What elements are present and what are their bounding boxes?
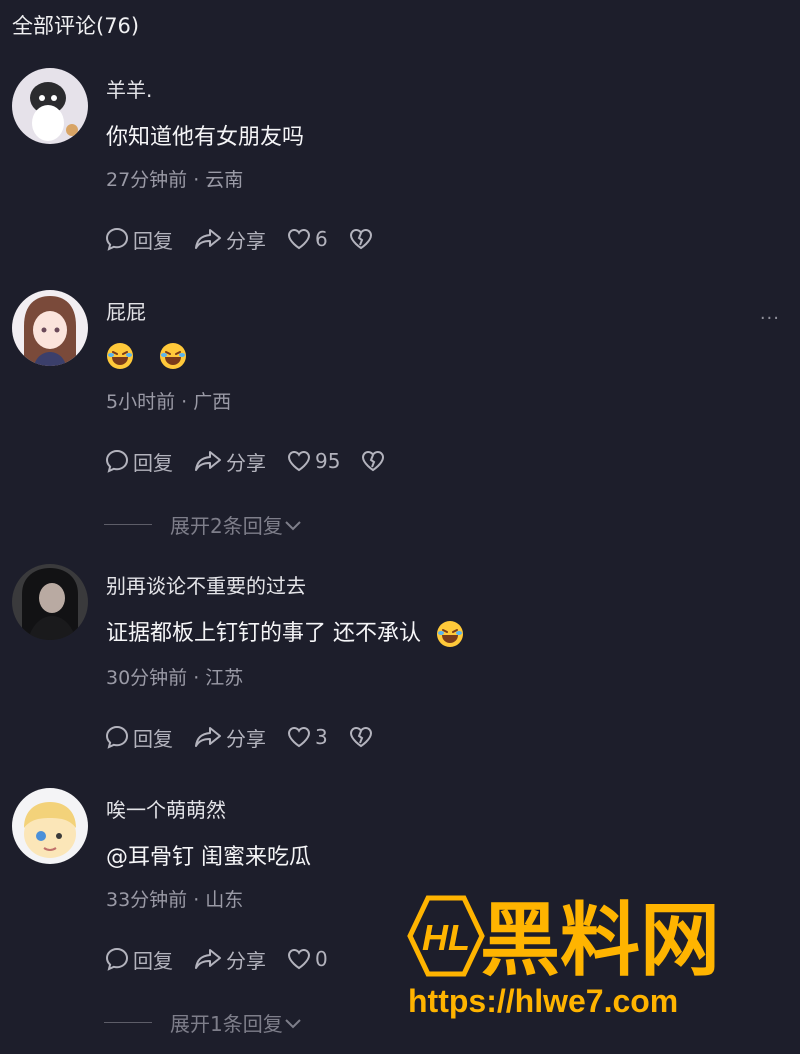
expand-replies-button[interactable]: 展开2条回复	[104, 510, 303, 539]
watermark-logo-text: HL	[422, 917, 470, 958]
comment-text: @耳骨钉 闺蜜来吃瓜	[106, 845, 311, 870]
comment-item: 别再谈论不重要的过去 证据都板上钉钉的事了 还不承认 30分钟前 · 江苏 回复…	[0, 564, 800, 764]
comment-text-value: 证据都板上钉钉的事了 还不承认	[106, 621, 421, 646]
heart-icon	[287, 450, 311, 472]
like-count: 95	[315, 449, 341, 473]
watermark-url: https://hlwe7.com	[408, 983, 678, 1019]
reply-label: 回复	[133, 726, 173, 751]
reply-icon	[105, 725, 129, 749]
avatar[interactable]	[12, 788, 88, 864]
comment-item: 屁屁 ··· 5小时前 · 广西 回复 分享 95 展开2条回复	[0, 288, 800, 548]
like-button[interactable]: 3	[286, 725, 328, 749]
reply-icon	[105, 227, 129, 251]
share-icon	[195, 949, 221, 969]
share-label: 分享	[226, 450, 266, 475]
avatar-image	[12, 788, 88, 864]
username[interactable]: 屁屁	[106, 298, 146, 326]
comment-text	[106, 340, 205, 372]
watermark-logo: HL 黑料网 https://hlwe7.com	[407, 894, 720, 1019]
avatar[interactable]	[12, 290, 88, 366]
comment-item: 羊羊. 你知道他有女朋友吗 27分钟前 · 云南 回复 分享 6	[0, 66, 800, 266]
reply-label: 回复	[133, 948, 173, 973]
avatar-image	[12, 564, 88, 640]
reply-button[interactable]: 回复	[104, 945, 173, 974]
avatar-image	[12, 290, 88, 366]
comment-meta: 5小时前 · 广西	[106, 391, 232, 413]
heart-icon	[287, 726, 311, 748]
avatar[interactable]	[12, 564, 88, 640]
heart-icon	[287, 228, 311, 250]
broken-heart-icon	[349, 228, 372, 250]
expand-replies-label: 展开2条回复	[170, 514, 283, 538]
comment-text: 证据都板上钉钉的事了 还不承认	[106, 618, 482, 650]
divider	[104, 524, 152, 525]
like-button[interactable]: 6	[286, 227, 328, 251]
username[interactable]: 别再谈论不重要的过去	[106, 572, 306, 600]
comment-actions: 回复 分享 95	[104, 446, 406, 476]
share-icon	[195, 229, 221, 249]
reply-label: 回复	[133, 450, 173, 475]
like-count: 0	[315, 947, 328, 971]
reply-icon	[105, 947, 129, 971]
avatar-image	[12, 68, 88, 144]
more-options-button[interactable]: ···	[760, 308, 780, 329]
comment-actions: 回复 分享 6	[104, 224, 394, 254]
watermark-name: 黑料网	[480, 894, 720, 987]
like-button[interactable]: 0	[286, 947, 328, 971]
share-button[interactable]: 分享	[193, 723, 266, 752]
share-icon	[195, 727, 221, 747]
expand-replies-label: 展开1条回复	[170, 1012, 283, 1036]
dislike-button[interactable]	[360, 449, 386, 473]
divider	[104, 1022, 152, 1023]
chevron-down-icon	[285, 1018, 301, 1028]
comment-meta: 30分钟前 · 江苏	[106, 667, 244, 689]
share-label: 分享	[226, 948, 266, 973]
broken-heart-icon	[349, 726, 372, 748]
comment-text: 你知道他有女朋友吗	[106, 125, 305, 150]
comment-actions: 回复 分享 3	[104, 722, 394, 752]
heart-icon	[287, 948, 311, 970]
reply-button[interactable]: 回复	[104, 723, 173, 752]
like-count: 3	[315, 725, 328, 749]
like-count: 6	[315, 227, 328, 251]
watermark: HL 黑料网 https://hlwe7.com	[390, 888, 790, 1028]
reply-icon	[105, 449, 129, 473]
broken-heart-icon	[362, 450, 385, 472]
comment-meta: 33分钟前 · 山东	[106, 889, 244, 911]
expand-replies-button[interactable]: 展开1条回复	[104, 1008, 303, 1037]
laughing-emoji-icon	[106, 342, 134, 370]
avatar[interactable]	[12, 68, 88, 144]
laughing-emoji-icon	[159, 342, 187, 370]
share-label: 分享	[226, 726, 266, 751]
dislike-button[interactable]	[348, 227, 374, 251]
share-button[interactable]: 分享	[193, 945, 266, 974]
dislike-button[interactable]	[348, 725, 374, 749]
comments-header: 全部评论(76)	[12, 14, 140, 38]
chevron-down-icon	[285, 520, 301, 530]
like-button[interactable]: 95	[286, 449, 340, 473]
share-label: 分享	[226, 228, 266, 253]
comment-actions: 回复 分享 0	[104, 944, 348, 974]
username[interactable]: 唉一个萌萌然	[106, 796, 226, 824]
reply-button[interactable]: 回复	[104, 447, 173, 476]
share-button[interactable]: 分享	[193, 225, 266, 254]
laughing-emoji-icon	[436, 620, 464, 648]
comment-meta: 27分钟前 · 云南	[106, 169, 244, 191]
reply-button[interactable]: 回复	[104, 225, 173, 254]
share-button[interactable]: 分享	[193, 447, 266, 476]
reply-label: 回复	[133, 228, 173, 253]
share-icon	[195, 451, 221, 471]
username[interactable]: 羊羊.	[106, 76, 152, 104]
